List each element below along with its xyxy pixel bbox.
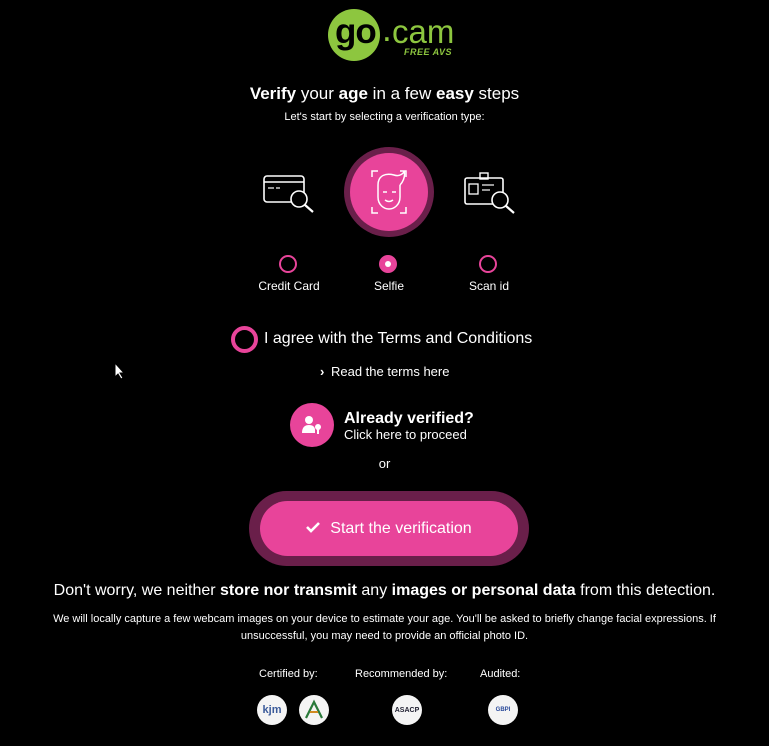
read-terms-label: Read the terms here [330, 364, 450, 379]
radio-scan-id[interactable] [479, 255, 497, 273]
headline-text-1: your [296, 84, 339, 103]
terms-agree-label[interactable]: I agree with the Terms and Conditions [264, 330, 532, 348]
page-title: Verify your age in a few easy steps [0, 84, 769, 104]
logo-tagline: FREE AVS [404, 47, 453, 57]
subheading: Let's start by selecting a verification … [284, 111, 485, 123]
radio-credit-card[interactable] [279, 255, 297, 273]
already-verified-button[interactable] [290, 403, 334, 447]
credit-card-search-icon[interactable] [258, 170, 318, 218]
start-button-ring: Start the verification [249, 491, 529, 566]
read-terms-link[interactable]: › Read the terms here [320, 364, 449, 379]
label-credit-card[interactable]: Credit Card [239, 279, 339, 293]
headline-text-2: in a few [367, 84, 436, 103]
start-verification-button[interactable]: Start the verification [260, 501, 518, 556]
mouse-cursor-icon [114, 361, 126, 385]
terms-checkbox[interactable] [231, 326, 258, 353]
label-scan-id[interactable]: Scan id [439, 279, 539, 293]
headline-verify: Verify [249, 84, 297, 103]
headline-easy: easy [436, 84, 474, 103]
chevron-right-icon: › [320, 364, 325, 379]
privacy-disclaimer: Don't worry, we neither store nor transm… [0, 582, 769, 600]
or-separator: or [378, 456, 391, 471]
logo-cam-text: cam [392, 13, 455, 50]
already-verified-link[interactable]: Click here to proceed [344, 427, 467, 442]
start-verification-label: Start the verification [330, 519, 472, 537]
disclaimer-text-1: Don't worry, we neither [53, 582, 221, 599]
disclaimer-text-3: from this detection. [575, 582, 716, 599]
certified-by-label: Certified by: [259, 668, 318, 680]
selfie-option[interactable] [344, 147, 434, 237]
radio-selfie[interactable] [379, 255, 397, 273]
id-card-search-icon[interactable] [460, 170, 520, 218]
checkmark-icon [306, 520, 321, 538]
disclaimer-bold-2: images or personal data [391, 582, 576, 599]
logo-go-text: go [335, 12, 377, 51]
headline-age: age [338, 84, 368, 103]
logo-dot: . [382, 10, 392, 49]
recommended-by-label: Recommended by: [355, 668, 448, 680]
asacp-badge-icon[interactable]: ASACP [392, 695, 422, 725]
user-check-icon [302, 416, 321, 434]
disclaimer-bold-1: store nor transmit [220, 582, 357, 599]
label-selfie[interactable]: Selfie [339, 279, 439, 293]
a-logo-badge-icon[interactable] [299, 695, 329, 725]
gocam-logo: go . cam FREE AVS [0, 8, 769, 61]
selfie-face-icon [350, 153, 428, 231]
headline-text-3: steps [473, 84, 520, 103]
fineprint: We will locally capture a few webcam ima… [53, 613, 716, 642]
kjm-badge-icon[interactable]: kjm [257, 695, 287, 725]
already-verified-title[interactable]: Already verified? [344, 410, 474, 428]
disclaimer-text-2: any [356, 582, 392, 599]
gbpi-badge-icon[interactable]: GBPI [488, 695, 518, 725]
audited-label: Audited: [480, 668, 521, 680]
